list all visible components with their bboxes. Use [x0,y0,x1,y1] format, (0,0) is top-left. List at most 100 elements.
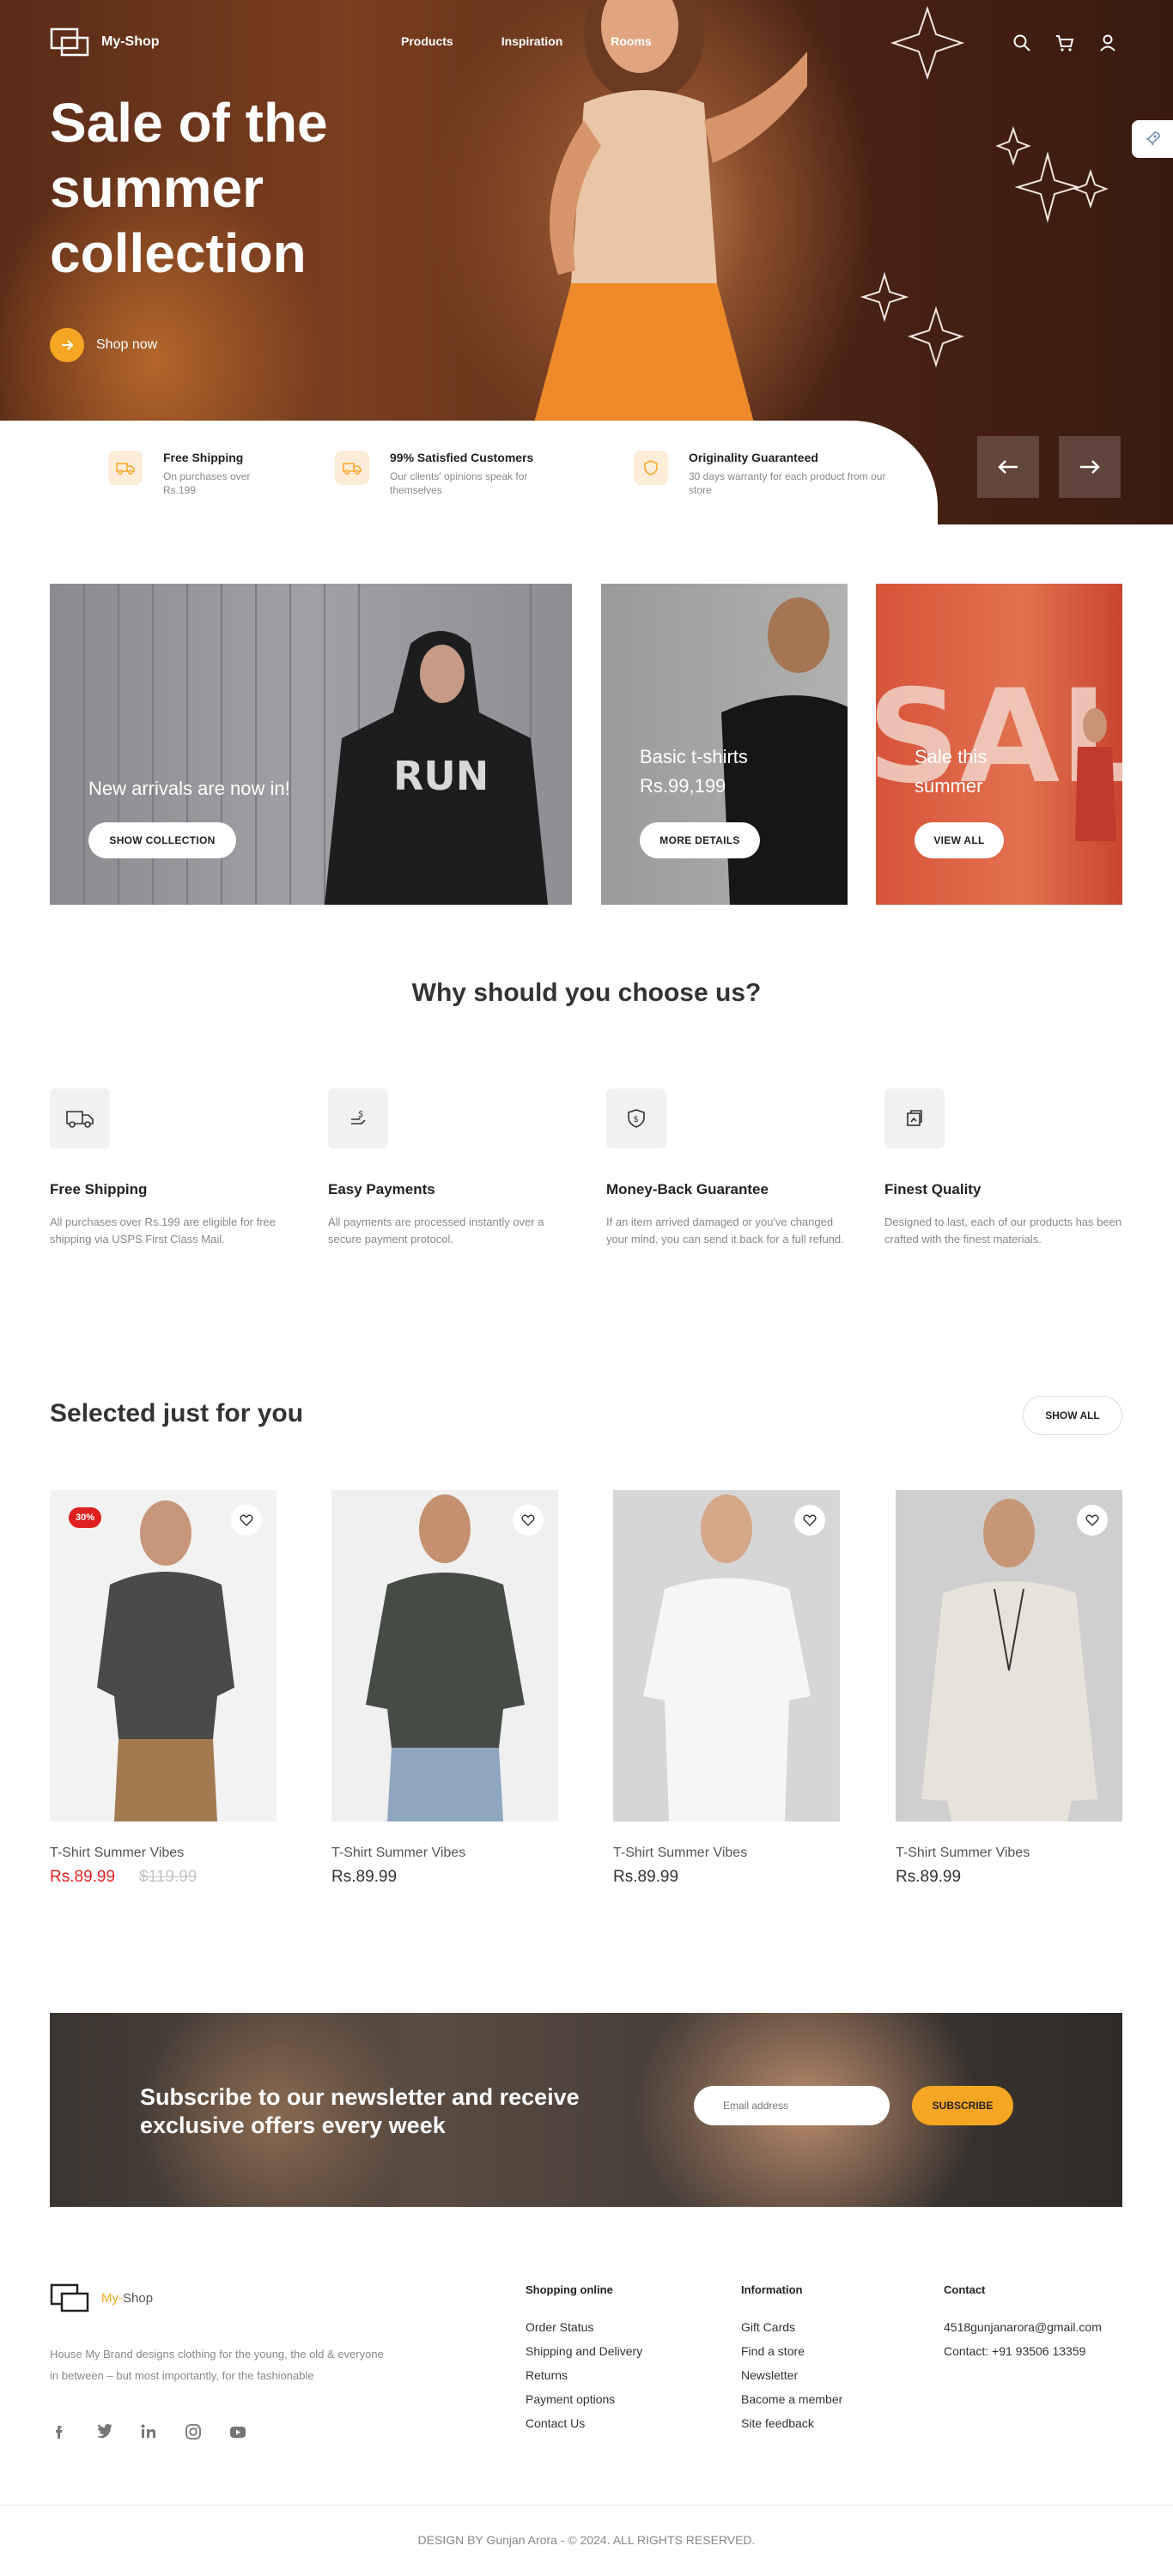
features-strip: Free Shipping On purchases over Rs.199 9… [0,421,938,524]
promo-card-basic-tshirts[interactable]: Basic t-shirts Rs.99,199 MORE DETAILS [601,584,848,905]
promo-card-summer-sale[interactable]: SAL Sale this summer VIEW ALL [876,584,1122,905]
view-all-button[interactable]: VIEW ALL [915,822,1004,858]
product-card[interactable]: T-Shirt Summer Vibes Rs.89.99 [613,1490,840,1887]
footer-link-shipping[interactable]: Shipping and Delivery [526,2344,642,2358]
why-section-title: Why should you choose us? [411,979,762,1007]
footer-link-contact[interactable]: Contact Us [526,2416,642,2430]
twitter-icon[interactable] [94,2422,113,2441]
strip-item-originality: Originality Guaranteed 30 days warranty … [634,451,903,497]
slider-prev-button[interactable] [977,436,1039,498]
truck-icon [50,1088,110,1149]
footer-column-information: Information Gift Cards Find a store News… [741,2283,842,2440]
footer-description: House My Brand designs clothing for the … [50,2348,384,2382]
product-photo [643,1494,811,1821]
product-photo [366,1494,525,1821]
top-navigation: My-Shop Products Inspiration Rooms [0,0,1173,86]
heart-icon[interactable] [513,1505,544,1536]
why-item-desc: All payments are processed instantly ove… [328,1215,544,1246]
footer-logo[interactable]: My-Shop [50,2283,153,2312]
arrow-right-icon [1080,460,1100,474]
heart-icon[interactable] [231,1505,262,1536]
show-all-button[interactable]: SHOW ALL [1023,1396,1122,1435]
footer-column-shopping: Shopping online Order Status Shipping an… [526,2283,642,2440]
nav-link-products[interactable]: Products [401,34,453,48]
product-price: Rs.89.99 [896,1868,962,1886]
footer-column-title: Shopping online [526,2283,613,2296]
strip-desc: 30 days warranty for each product from o… [689,470,886,496]
arrow-right-icon [50,328,84,362]
quality-icon [884,1088,945,1149]
product-name[interactable]: T-Shirt Summer Vibes [50,1846,277,1861]
search-icon[interactable] [1012,33,1032,53]
strip-desc: Our clients' opinions speak for themselv… [390,470,528,496]
facebook-icon[interactable] [50,2422,69,2441]
product-price: Rs.89.99 [331,1868,398,1886]
strip-title: Free Shipping [163,451,244,464]
product-photo [921,1499,1097,1821]
product-image[interactable] [331,1490,558,1821]
product-image[interactable]: 30% [50,1490,277,1821]
footer-link-feedback[interactable]: Site feedback [741,2416,842,2430]
hero-title: Sale of the summer collection [50,92,328,284]
subscribe-button[interactable]: SUBSCRIBE [912,2086,1013,2125]
nav-link-inspiration[interactable]: Inspiration [501,34,563,48]
instagram-icon[interactable] [184,2422,203,2441]
heart-icon[interactable] [794,1505,825,1536]
strip-desc: On purchases over Rs.199 [163,470,251,496]
shop-now-button[interactable]: Shop now [50,328,157,362]
promo-text: Basic t-shirts Rs.99,199 [640,746,748,797]
product-image[interactable] [896,1490,1122,1821]
selected-section-title: Selected just for you [50,1399,304,1427]
linkedin-icon[interactable] [139,2422,158,2441]
user-icon[interactable] [1097,33,1118,53]
more-details-button[interactable]: MORE DETAILS [640,822,760,858]
site-logo[interactable]: My-Shop [50,27,160,57]
product-card[interactable]: 30% T-Shirt Summer Vibes Rs.89.99 $119.99 [50,1490,277,1887]
rocket-widget-button[interactable] [1132,120,1173,158]
footer-link-returns[interactable]: Returns [526,2368,642,2382]
footer-link-gift-cards[interactable]: Gift Cards [741,2320,842,2334]
promo-text: Sale this summer [915,746,988,797]
footer-phone-link[interactable]: Contact: +91 93506 13359 [944,2344,1102,2358]
show-collection-button[interactable]: SHOW COLLECTION [88,822,236,858]
footer-link-newsletter[interactable]: Newsletter [741,2368,842,2382]
copyright-text: DESIGN BY Gunjan Arora - © 2024. ALL RIG… [417,2533,756,2547]
main-menu: Products Inspiration Rooms [401,34,700,48]
product-name[interactable]: T-Shirt Summer Vibes [613,1846,840,1861]
discount-badge: 30% [69,1507,102,1528]
product-name[interactable]: T-Shirt Summer Vibes [331,1846,558,1861]
footer-link-order-status[interactable]: Order Status [526,2320,642,2334]
why-item-title: Free Shipping [50,1181,148,1197]
footer-link-find-store[interactable]: Find a store [741,2344,842,2358]
heart-icon[interactable] [1077,1505,1108,1536]
footer-column-contact: Contact 4518gunjanarora@gmail.com Contac… [944,2283,1102,2368]
email-input[interactable] [694,2086,890,2125]
cart-icon[interactable] [1054,33,1075,53]
strip-item-customers: 99% Satisfied Customers Our clients' opi… [335,451,536,497]
footer-link-payment[interactable]: Payment options [526,2392,642,2406]
shop-logo-icon [50,2283,89,2312]
product-image[interactable] [613,1490,840,1821]
slider-next-button[interactable] [1059,436,1121,498]
truck-icon [108,451,143,485]
product-card[interactable]: T-Shirt Summer Vibes Rs.89.99 [896,1490,1122,1887]
why-item-desc: Designed to last, each of our products h… [884,1215,1122,1246]
youtube-icon[interactable] [228,2422,247,2441]
footer-column-title: Contact [944,2283,986,2296]
old-price: $119.99 [139,1868,198,1886]
product-card[interactable]: T-Shirt Summer Vibes Rs.89.99 [331,1490,558,1887]
footer-divider [0,2505,1173,2506]
sale-price: Rs.89.99 [50,1868,116,1886]
nav-link-rooms[interactable]: Rooms [611,34,651,48]
why-item-desc: All purchases over Rs.199 are eligible f… [50,1215,277,1246]
footer-brand-name: My-Shop [101,2290,154,2306]
strip-title: 99% Satisfied Customers [390,451,534,464]
footer-email-link[interactable]: 4518gunjanarora@gmail.com [944,2320,1102,2334]
product-name[interactable]: T-Shirt Summer Vibes [896,1846,1122,1861]
payment-icon: $ [328,1088,388,1149]
why-item-title: Easy Payments [328,1181,435,1197]
why-item-quality: Finest Quality Designed to last, each of… [884,1088,1133,1248]
footer-link-member[interactable]: Bacome a member [741,2392,842,2406]
newsletter-banner: Subscribe to our newsletter and receive … [50,2013,1122,2207]
promo-card-new-arrivals[interactable]: RUN New arrivals are now in! SHOW COLLEC… [50,584,572,905]
